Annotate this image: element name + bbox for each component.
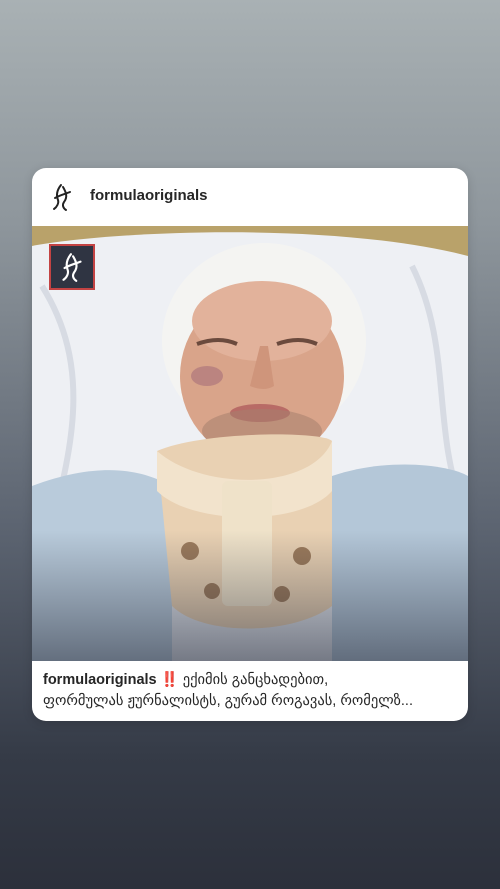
post-card[interactable]: formulaoriginals formulaoriginals ‼️ ექი… — [32, 168, 468, 721]
post-username[interactable]: formulaoriginals — [90, 187, 208, 204]
post-header: formulaoriginals — [32, 168, 468, 226]
caption-line-2: ფორმულას ჟურნალისტს, გურამ როგავას, რომე… — [43, 693, 413, 709]
formula-logo-icon[interactable] — [46, 181, 78, 213]
caption-username[interactable]: formulaoriginals — [43, 672, 157, 688]
double-exclamation-icon: ‼️ — [160, 672, 179, 688]
post-photo[interactable] — [32, 226, 468, 661]
formula-watermark-icon — [49, 244, 95, 290]
post-caption[interactable]: formulaoriginals ‼️ ექიმის განცხადებით, … — [32, 661, 468, 721]
caption-line-1: ექიმის განცხადებით, — [178, 672, 329, 688]
